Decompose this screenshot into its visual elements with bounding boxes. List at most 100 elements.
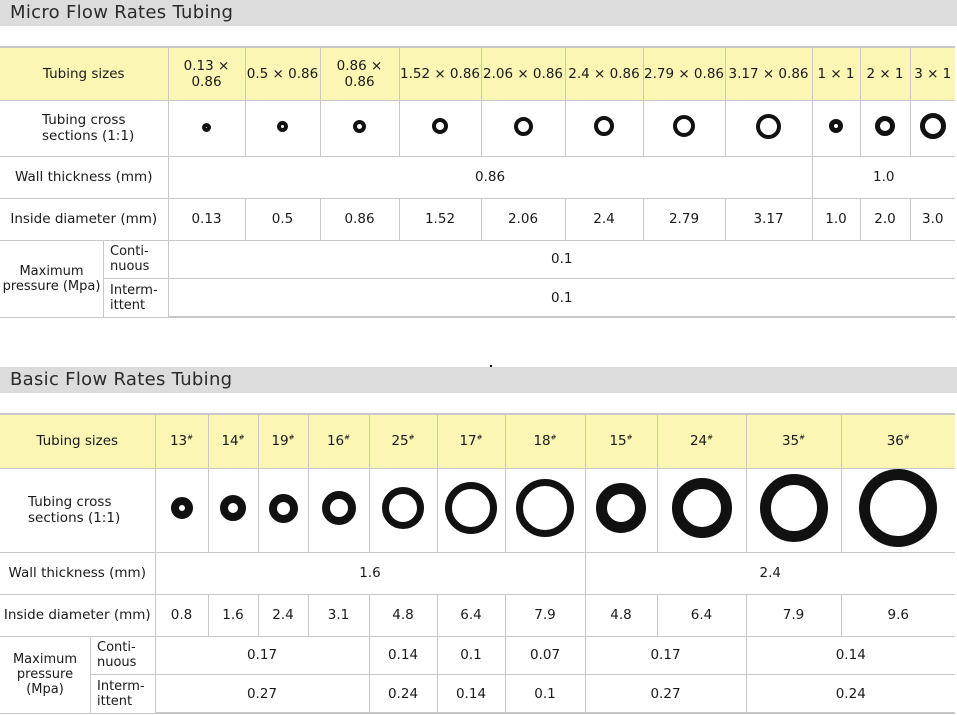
size-number: 24 — [689, 433, 708, 450]
tube-cross-section-icon — [759, 474, 828, 542]
tube-cross-section-icon — [516, 479, 574, 537]
max-pressure-label: Maximum pressure (Mpa) — [0, 241, 104, 316]
size-cell: 25# — [368, 413, 438, 469]
size-cell: 3.17 × 0.86 — [724, 46, 813, 101]
continuous-pressure-value: 0.17 — [584, 635, 747, 675]
size-number: 35 — [781, 433, 800, 450]
size-cell: 14# — [207, 413, 259, 469]
basic-cross-section-row: Tubing cross sections (1:1) — [0, 467, 955, 553]
wall-thickness-label: Wall thickness (mm) — [0, 551, 156, 595]
continuous-pressure-value: 0.1 — [167, 239, 955, 279]
tube-cross-section-icon — [277, 120, 288, 132]
wall-thickness-value: 0.86 — [167, 155, 813, 199]
cross-section-cell — [724, 99, 813, 157]
inside-diameter-cell: 2.4 — [564, 197, 644, 241]
cross-section-cell — [859, 99, 911, 157]
continuous-label: Conti- nuous — [91, 637, 154, 675]
inside-diameter-cell: 3.1 — [307, 593, 370, 637]
size-cell: 0.13 × 0.86 — [167, 46, 246, 101]
continuous-pressure-value: 0.14 — [368, 635, 438, 675]
inside-diameter-cell: 0.86 — [319, 197, 400, 241]
intermittent-pressure-value: 0.27 — [584, 674, 747, 714]
size-cell: 19# — [257, 413, 309, 469]
inside-diameter-cell: 3.0 — [909, 197, 955, 241]
tube-cross-section-icon — [202, 122, 211, 132]
size-cell: 35# — [745, 413, 842, 469]
size-cell: 15# — [584, 413, 658, 469]
cross-section-cell — [154, 467, 209, 553]
pressure-label-cell: Maximum pressure (Mpa) Conti- nuous Inte… — [0, 239, 169, 318]
tube-cross-section-icon — [220, 495, 246, 521]
inside-diameter-cell: 0.13 — [167, 197, 246, 241]
size-number: 36 — [886, 433, 904, 450]
cross-section-cell — [319, 99, 400, 157]
cross-section-cell — [167, 99, 246, 157]
basic-inside-diameter-row: Inside diameter (mm) 0.8 1.6 2.4 3.1 4.8… — [0, 593, 955, 637]
sizes-label: Tubing sizes — [0, 413, 156, 469]
size-mark: # — [344, 433, 351, 442]
continuous-pressure-value: 0.17 — [154, 635, 370, 675]
micro-sizes-row: Tubing sizes 0.13 × 0.86 0.5 × 0.86 0.86… — [0, 46, 955, 101]
cross-section-cell — [207, 467, 259, 553]
sizes-label: Tubing sizes — [0, 46, 169, 101]
basic-flow-table: Tubing sizes 13# 14# 19# 16# 25# 17# 18#… — [0, 413, 955, 714]
cross-section-cell — [656, 467, 747, 553]
cross-section-cell — [480, 99, 566, 157]
intermittent-label: Interm- ittent — [97, 678, 145, 709]
intermittent-pressure-value: 0.14 — [436, 674, 506, 714]
wall-thickness-value: 1.0 — [811, 155, 955, 199]
tube-cross-section-icon — [170, 497, 193, 519]
cross-section-cell — [840, 467, 955, 553]
size-mark: # — [707, 433, 714, 442]
inside-diameter-cell: 2.06 — [480, 197, 566, 241]
inside-diameter-label: Inside diameter (mm) — [0, 197, 169, 241]
size-mark: # — [238, 433, 245, 442]
cross-section-cell — [398, 99, 482, 157]
cross-section-label: Tubing cross sections (1:1) — [0, 99, 169, 157]
size-mark: # — [187, 433, 194, 442]
tube-cross-section-icon — [513, 116, 533, 136]
cross-section-cell — [368, 467, 438, 553]
cross-section-cell — [307, 467, 370, 553]
size-cell: 3 × 1 — [909, 46, 955, 101]
basic-wall-row: Wall thickness (mm) 1.6 2.4 — [0, 551, 955, 595]
micro-cross-section-row: Tubing cross sections (1:1) — [0, 99, 955, 157]
size-mark: # — [550, 433, 557, 442]
inside-diameter-cell: 9.6 — [840, 593, 955, 637]
size-mark: # — [288, 433, 295, 442]
continuous-label: Conti- nuous — [104, 241, 167, 279]
intermittent-label: Interm- ittent — [110, 282, 158, 313]
size-cell: 2.4 × 0.86 — [564, 46, 644, 101]
size-cell: 2 × 1 — [859, 46, 911, 101]
intermittent-pressure-value: 0.24 — [368, 674, 438, 714]
cross-section-cell — [244, 99, 321, 157]
cross-section-label: Tubing cross sections (1:1) — [0, 467, 156, 553]
intermittent-pressure-value: 0.24 — [745, 674, 955, 714]
wall-thickness-label: Wall thickness (mm) — [0, 155, 169, 199]
inside-diameter-cell: 7.9 — [745, 593, 842, 637]
wall-thickness-value: 1.6 — [154, 551, 586, 595]
size-mark: # — [903, 433, 910, 442]
size-cell: 1 × 1 — [811, 46, 861, 101]
continuous-pressure-value: 0.1 — [436, 635, 506, 675]
cross-section-cell — [257, 467, 309, 553]
pressure-label-cell: Maximum pressure (Mpa) Conti- nuous Inte… — [0, 635, 156, 714]
size-mark: # — [626, 433, 633, 442]
size-number: 19 — [271, 433, 289, 450]
size-number: 14 — [221, 433, 239, 450]
size-cell: 2.79 × 0.86 — [642, 46, 726, 101]
tube-cross-section-icon — [673, 115, 695, 137]
size-cell: 1.52 × 0.86 — [398, 46, 482, 101]
tube-cross-section-icon — [594, 116, 614, 136]
size-number: 25 — [391, 433, 409, 450]
cross-section-cell — [584, 467, 658, 553]
basic-section-title: Basic Flow Rates Tubing — [0, 367, 957, 393]
inside-diameter-cell: 4.8 — [368, 593, 438, 637]
intermittent-pressure-value: 0.1 — [168, 278, 955, 318]
micro-flow-table: Tubing sizes 0.13 × 0.86 0.5 × 0.86 0.86… — [0, 46, 955, 318]
tube-cross-section-icon — [432, 118, 448, 134]
micro-continuous-row: Maximum pressure (Mpa) Conti- nuous Inte… — [0, 239, 955, 318]
tube-cross-section-icon — [875, 116, 895, 136]
inside-diameter-cell: 4.8 — [584, 593, 658, 637]
inside-diameter-cell: 0.5 — [244, 197, 321, 241]
